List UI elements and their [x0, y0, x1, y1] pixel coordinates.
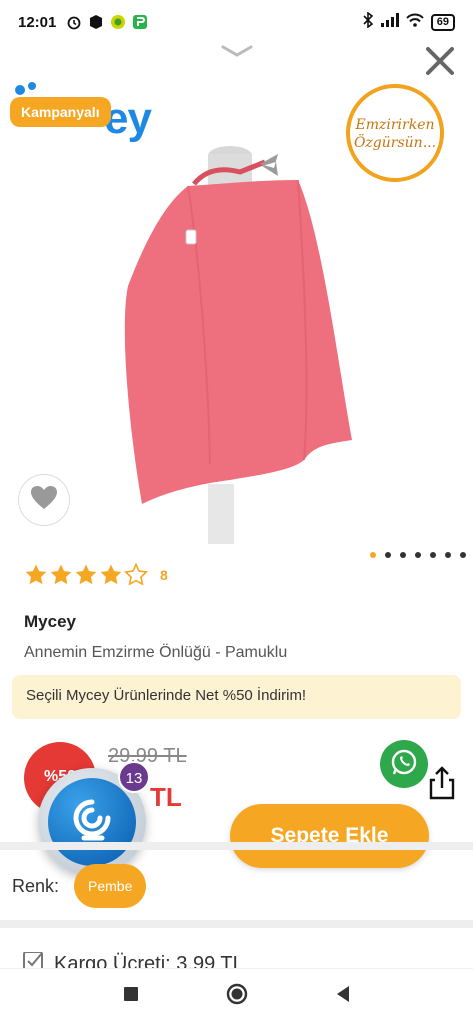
status-time: 12:01 [18, 13, 57, 31]
battery-icon: 69 [430, 13, 455, 31]
pagination-dot[interactable] [445, 552, 451, 558]
status-bar: 12:01 69 [0, 0, 473, 44]
pagination-dot[interactable] [400, 552, 406, 558]
star-icon [100, 564, 122, 585]
bluetooth-icon [362, 11, 374, 32]
star-outline-icon [124, 563, 148, 586]
chat-logo-icon [48, 778, 136, 866]
rating-count[interactable]: 8 [160, 567, 168, 583]
product-gallery[interactable]: ey Kampanyalı Emzirirken Özgürsün... [0, 44, 473, 544]
section-divider [0, 920, 473, 928]
chat-notification-count: 13 [118, 761, 150, 793]
box-icon [88, 14, 104, 30]
chevron-down-icon[interactable] [221, 44, 253, 62]
back-icon[interactable] [335, 985, 351, 1008]
old-price: 29,99 TL [108, 745, 187, 767]
share-icon[interactable] [429, 766, 455, 805]
close-icon[interactable] [423, 44, 457, 78]
system-navigation-bar [0, 968, 473, 1024]
home-icon[interactable] [225, 982, 249, 1011]
whatsapp-icon [389, 747, 419, 782]
gallery-pagination[interactable] [370, 552, 466, 558]
color-option-pembe[interactable]: Pembe [74, 864, 147, 908]
product-image[interactable] [90, 124, 380, 544]
star-icon [50, 564, 72, 585]
pagination-dot[interactable] [430, 552, 436, 558]
star-icon [25, 564, 47, 585]
promo-banner[interactable]: Seçili Mycey Ürünlerinde Net %50 İndirim… [12, 675, 461, 719]
pagination-dot[interactable] [415, 552, 421, 558]
campaign-badge: Kampanyalı [10, 97, 111, 127]
product-title: Annemin Emzirme Önlüğü - Pamuklu [24, 644, 288, 661]
star-icon [75, 564, 97, 585]
heart-icon [30, 485, 58, 516]
coin-app-icon [110, 14, 126, 30]
new-price-text: TL [150, 782, 182, 812]
rating-row[interactable]: 8 [24, 563, 168, 587]
whatsapp-button[interactable] [380, 740, 428, 788]
product-brand[interactable]: Mycey [24, 612, 76, 632]
alarm-icon [66, 14, 82, 30]
signal-icon [380, 13, 399, 31]
favorite-button[interactable] [18, 474, 70, 526]
section-divider [0, 842, 473, 850]
recents-icon[interactable] [123, 986, 139, 1007]
pagination-dot[interactable] [460, 552, 466, 558]
wifi-icon [406, 13, 424, 31]
rating-stars [24, 563, 148, 587]
add-to-cart-button[interactable]: Sepete Ekle [230, 804, 429, 868]
new-price: TL [150, 782, 182, 813]
green-app-icon [132, 14, 148, 30]
pagination-dot[interactable] [370, 552, 376, 558]
color-label: Renk: [12, 876, 60, 896]
pagination-dot[interactable] [385, 552, 391, 558]
